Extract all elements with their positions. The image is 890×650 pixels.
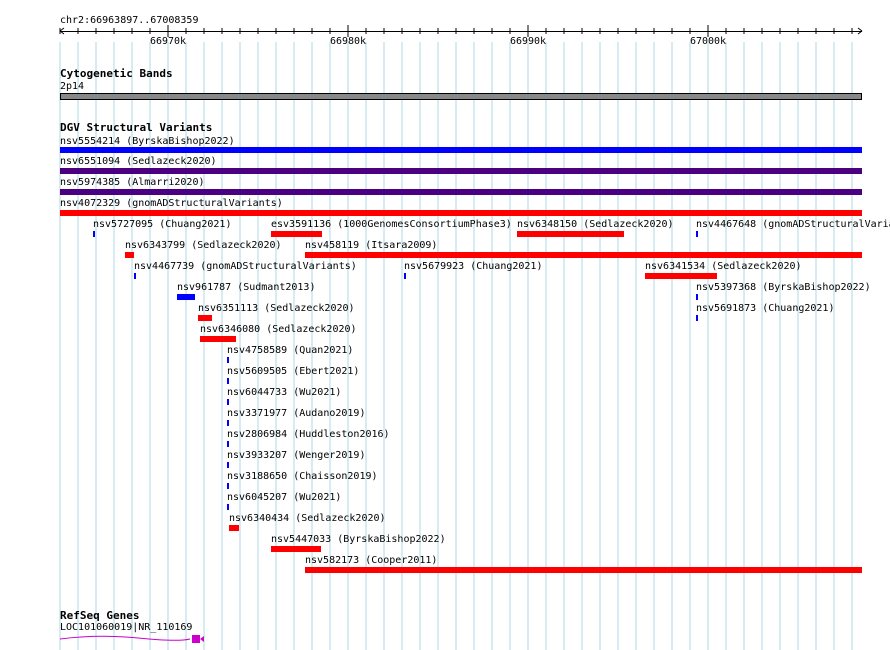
variant-bar[interactable]: [305, 252, 862, 258]
variant-label[interactable]: nsv5679923 (Chuang2021): [404, 261, 542, 272]
variant-bar[interactable]: [200, 336, 236, 342]
variant-bar[interactable]: [696, 315, 698, 321]
variant-label[interactable]: nsv6351113 (Sedlazeck2020): [198, 303, 355, 314]
variant-bar[interactable]: [227, 399, 229, 405]
variant-bar[interactable]: [60, 189, 862, 195]
variant-bar[interactable]: [198, 315, 212, 321]
variant-label[interactable]: nsv6348150 (Sedlazeck2020): [517, 219, 674, 230]
variant-bar[interactable]: [227, 378, 229, 384]
variant-label[interactable]: nsv6045207 (Wu2021): [227, 492, 341, 503]
variant-label[interactable]: nsv5554214 (ByrskaBishop2022): [60, 136, 235, 147]
variant-bar[interactable]: [227, 483, 229, 489]
variant-label[interactable]: nsv5727095 (Chuang2021): [93, 219, 231, 230]
variant-label[interactable]: nsv4467739 (gnomADStructuralVariants): [134, 261, 357, 272]
variant-label[interactable]: nsv5447033 (ByrskaBishop2022): [271, 534, 446, 545]
variant-label[interactable]: nsv4758589 (Quan2021): [227, 345, 353, 356]
cytoband-label: 2p14: [60, 81, 85, 92]
refseq-track-title[interactable]: RefSeq Genes: [60, 609, 139, 622]
variant-label[interactable]: nsv5609505 (Ebert2021): [227, 366, 359, 377]
cytoband-track-title[interactable]: Cytogenetic Bands: [60, 67, 173, 80]
variant-label[interactable]: nsv6346080 (Sedlazeck2020): [200, 324, 357, 335]
variant-label[interactable]: nsv3188650 (Chaisson2019): [227, 471, 378, 482]
variant-label[interactable]: nsv3371977 (Audano2019): [227, 408, 365, 419]
ruler-tick-label: 66970k: [149, 36, 187, 47]
variant-bar[interactable]: [227, 504, 229, 510]
ruler-right-arrow: [857, 27, 863, 35]
variant-label[interactable]: nsv6343799 (Sedlazeck2020): [125, 240, 282, 251]
gene-feature[interactable]: [58, 632, 218, 648]
variant-bar[interactable]: [696, 231, 698, 237]
variant-bar[interactable]: [517, 231, 624, 237]
variant-bar[interactable]: [271, 231, 322, 237]
variant-bar[interactable]: [229, 525, 239, 531]
variant-bar[interactable]: [125, 252, 134, 258]
variant-bar[interactable]: [134, 273, 136, 279]
variant-label[interactable]: nsv458119 (Itsara2009): [305, 240, 437, 251]
variant-label[interactable]: nsv582173 (Cooper2011): [305, 555, 437, 566]
variant-label[interactable]: nsv961787 (Sudmant2013): [177, 282, 315, 293]
variant-label[interactable]: nsv4072329 (gnomADStructuralVariants): [60, 198, 283, 209]
variant-label[interactable]: nsv5691873 (Chuang2021): [696, 303, 834, 314]
variant-bar[interactable]: [404, 273, 406, 279]
variant-label[interactable]: esv3591136 (1000GenomesConsortiumPhase3): [271, 219, 512, 230]
variant-bar[interactable]: [305, 567, 862, 573]
variant-label[interactable]: nsv6551094 (Sedlazeck2020): [60, 156, 217, 167]
variant-label[interactable]: nsv6340434 (Sedlazeck2020): [229, 513, 386, 524]
variant-bar[interactable]: [696, 294, 698, 300]
variant-bar[interactable]: [227, 462, 229, 468]
variant-bar[interactable]: [60, 147, 862, 153]
variant-bar[interactable]: [60, 210, 862, 216]
cytoband-bar[interactable]: [60, 93, 862, 100]
variant-bar[interactable]: [177, 294, 195, 300]
variant-bar[interactable]: [93, 231, 95, 237]
dgv-track-title[interactable]: DGV Structural Variants: [60, 121, 212, 134]
ruler-ticks: [59, 25, 863, 37]
variant-label[interactable]: nsv4467648 (gnomADStructuralVariants): [696, 219, 890, 230]
ruler-tick-label: 66990k: [509, 36, 547, 47]
variant-bar[interactable]: [60, 168, 862, 174]
variant-label[interactable]: nsv6044733 (Wu2021): [227, 387, 341, 398]
variant-bar[interactable]: [645, 273, 717, 279]
ruler-tick-label: 67000k: [689, 36, 727, 47]
variant-label[interactable]: nsv2806984 (Huddleston2016): [227, 429, 390, 440]
variant-bar[interactable]: [271, 546, 321, 552]
variant-label[interactable]: nsv3933207 (Wenger2019): [227, 450, 365, 461]
variant-bar[interactable]: [227, 441, 229, 447]
variant-label[interactable]: nsv6341534 (Sedlazeck2020): [645, 261, 802, 272]
ruler-left-arrow: [59, 27, 65, 35]
ruler-tick-label: 66980k: [329, 36, 367, 47]
variant-bar[interactable]: [227, 420, 229, 426]
variant-label[interactable]: nsv5397368 (ByrskaBishop2022): [696, 282, 871, 293]
variant-label[interactable]: nsv5974385 (Almarri2020): [60, 177, 205, 188]
variant-bar[interactable]: [227, 357, 229, 363]
